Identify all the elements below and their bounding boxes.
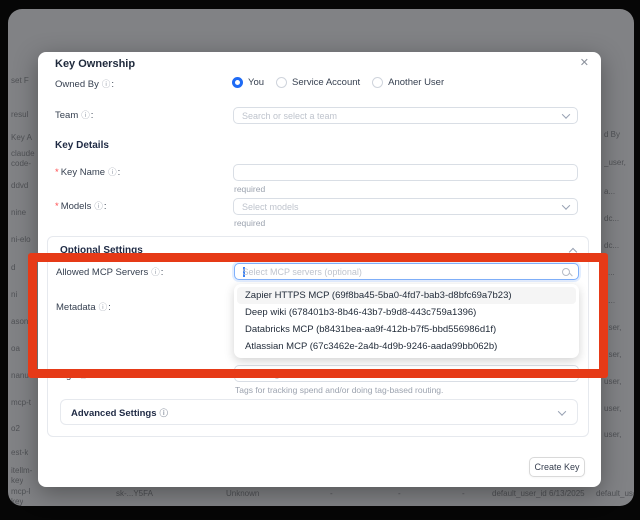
- radio-you-label[interactable]: You: [248, 77, 264, 88]
- background-text-fragment: est-k: [11, 448, 28, 457]
- background-text-fragment: nine: [11, 208, 26, 217]
- background-text-fragment: dc...: [604, 241, 619, 250]
- owned-by-label: Owned Byⓘ:: [55, 78, 114, 90]
- metadata-label: Metadataⓘ:: [56, 301, 111, 313]
- background-text-fragment: default_user_id: [492, 489, 547, 498]
- advanced-settings-label: Advanced Settingsⓘ: [71, 407, 169, 419]
- background-text-fragment: claude: [11, 149, 35, 158]
- background-text-fragment: key: [11, 497, 23, 506]
- models-label: *Modelsⓘ:: [55, 200, 106, 212]
- radio-you[interactable]: You: [232, 77, 264, 88]
- radio-selected-icon[interactable]: [232, 77, 243, 88]
- close-icon[interactable]: ✕: [580, 56, 589, 69]
- chevron-down-icon: [562, 201, 570, 209]
- info-icon: ⓘ: [79, 370, 88, 380]
- background-text-fragment: ason2: [11, 317, 33, 326]
- radio-service-account[interactable]: Service Account: [276, 77, 360, 88]
- background-text-fragment: Key A: [11, 133, 32, 142]
- background-text-fragment: oa: [11, 344, 20, 353]
- team-placeholder: Search or select a team: [242, 111, 563, 121]
- advanced-settings-panel[interactable]: Advanced Settingsⓘ: [60, 399, 578, 425]
- background-text-fragment: ni: [11, 290, 17, 299]
- background-text-fragment: d: [11, 263, 15, 272]
- team-select[interactable]: Search or select a team: [233, 107, 578, 124]
- radio-another-user-label[interactable]: Another User: [388, 77, 444, 88]
- create-key-modal: Key Ownership ✕ Owned Byⓘ: You Service A…: [38, 52, 601, 487]
- background-text-fragment: user,: [604, 350, 621, 359]
- search-icon: [562, 268, 570, 276]
- create-key-button[interactable]: Create Key: [529, 457, 585, 477]
- background-text-fragment: mcp-t: [11, 398, 31, 407]
- background-text-fragment: mcp-l: [11, 487, 31, 496]
- key-details-heading: Key Details: [55, 140, 109, 151]
- key-name-label: *Key Nameⓘ:: [55, 166, 120, 178]
- info-icon: ⓘ: [151, 267, 160, 277]
- info-icon: ⓘ: [94, 201, 103, 211]
- background-text-fragment: -: [330, 489, 333, 498]
- owned-by-radio-group: You Service Account Another User: [232, 77, 444, 88]
- mcp-option-deep-wiki[interactable]: Deep wiki (678401b3-8b46-43b7-b9d8-443c7…: [237, 304, 576, 321]
- background-text-fragment: nanu: [11, 371, 29, 380]
- mcp-option-atlassian[interactable]: Atlassian MCP (67c3462e-2a4b-4d9b-9246-a…: [237, 338, 576, 355]
- tags-label: Tagsⓘ:: [56, 369, 91, 381]
- mcp-servers-dropdown: Zapier HTTPS MCP (69f8ba45-5ba0-4fd7-bab…: [234, 284, 579, 358]
- tags-placeholder: Enter tags: [243, 369, 564, 379]
- background-text-fragment: ni-elo: [11, 235, 31, 244]
- background-text-fragment: set F: [11, 76, 29, 85]
- background-text-fragment: ddvd: [11, 181, 28, 190]
- models-placeholder: Select models: [242, 202, 563, 212]
- chevron-down-icon: [563, 368, 571, 376]
- team-label: Teamⓘ:: [55, 109, 93, 121]
- info-icon: ⓘ: [108, 167, 117, 177]
- background-text-fragment: resul: [11, 110, 28, 119]
- background-text-fragment: d By: [604, 130, 620, 139]
- optional-settings-heading[interactable]: Optional Settings: [60, 245, 143, 256]
- background-text-fragment: a...: [604, 296, 615, 305]
- mcp-option-databricks[interactable]: Databricks MCP (b8431bea-aa9f-412b-b7f5-…: [237, 321, 576, 338]
- optional-settings-panel: Optional Settings Allowed MCP Serversⓘ: …: [47, 236, 589, 437]
- modal-title: Key Ownership: [55, 58, 135, 70]
- info-icon: ⓘ: [160, 408, 169, 418]
- background-text-fragment: Unknown: [226, 489, 259, 498]
- background-text-fragment: user,: [604, 323, 621, 332]
- background-text-fragment: key: [11, 476, 23, 485]
- mcp-option-zapier[interactable]: Zapier HTTPS MCP (69f8ba45-5ba0-4fd7-bab…: [237, 287, 576, 304]
- key-name-input[interactable]: [233, 164, 578, 181]
- mcp-servers-placeholder: Select MCP servers (optional): [243, 267, 563, 277]
- background-text-fragment: code-: [11, 159, 31, 168]
- background-text-fragment: itellm-: [11, 466, 32, 475]
- info-icon: ⓘ: [99, 302, 108, 312]
- background-text-fragment: 6/13/2025: [549, 489, 585, 498]
- background-text-fragment: sk-...Y5FA: [116, 489, 153, 498]
- info-icon: ⓘ: [81, 110, 90, 120]
- models-required-hint: required: [234, 218, 265, 228]
- tags-select[interactable]: Enter tags: [234, 365, 579, 382]
- radio-another-user[interactable]: Another User: [372, 77, 444, 88]
- background-text-fragment: _user,: [604, 158, 626, 167]
- mcp-servers-select[interactable]: Select MCP servers (optional): [234, 263, 579, 280]
- chevron-down-icon: [558, 407, 566, 415]
- background-text-fragment: -: [398, 489, 401, 498]
- models-select[interactable]: Select models: [233, 198, 578, 215]
- info-icon: ⓘ: [102, 79, 111, 89]
- background-text-fragment: -: [462, 489, 465, 498]
- radio-service-account-label[interactable]: Service Account: [292, 77, 360, 88]
- background-text-fragment: o2: [11, 424, 20, 433]
- radio-unselected-icon[interactable]: [276, 77, 287, 88]
- background-text-fragment: user,: [604, 430, 621, 439]
- background-text-fragment: dc...: [604, 214, 619, 223]
- key-name-required-hint: required: [234, 184, 265, 194]
- allowed-mcp-servers-label: Allowed MCP Serversⓘ:: [56, 266, 163, 278]
- radio-unselected-icon[interactable]: [372, 77, 383, 88]
- background-text-fragment: default_user,: [596, 489, 634, 498]
- chevron-up-icon[interactable]: [569, 248, 577, 256]
- background-text-fragment: a...: [604, 187, 615, 196]
- chevron-down-icon: [562, 110, 570, 118]
- tags-helper-text: Tags for tracking spend and/or doing tag…: [235, 385, 443, 395]
- background-text-fragment: user,: [604, 404, 621, 413]
- background-text-fragment: c...: [604, 268, 615, 277]
- background-text-fragment: user,: [604, 377, 621, 386]
